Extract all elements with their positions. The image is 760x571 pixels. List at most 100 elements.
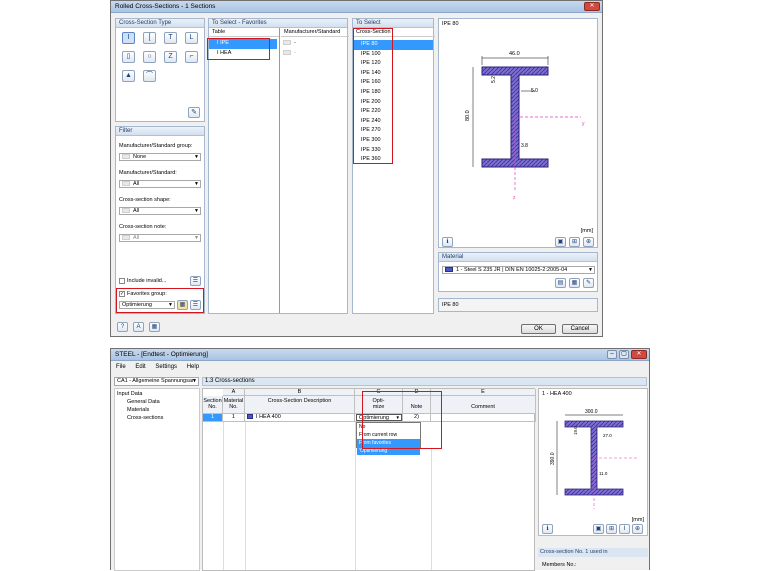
app-dimension-icon[interactable]: ⊞ — [606, 524, 617, 534]
maximize-icon[interactable]: ▢ — [619, 350, 629, 359]
section-row[interactable]: IPE 180 — [353, 88, 433, 98]
units-icon[interactable]: A — [133, 322, 144, 332]
section-row[interactable]: IPE 270 — [353, 126, 433, 136]
section-row[interactable]: IPE 80 — [353, 40, 433, 50]
load-case-select[interactable]: CA1 - Allgemeine Spannungsan ▼ — [114, 377, 199, 386]
filter-label-shape: Cross-section shape: — [119, 197, 171, 203]
row-description[interactable]: I HEA 400 — [245, 414, 355, 422]
col-letter-d: D — [403, 389, 431, 396]
rectangle-section-icon[interactable]: ▯ — [122, 51, 135, 63]
section-row[interactable]: IPE 240 — [353, 117, 433, 127]
help-icon[interactable]: ? — [117, 322, 128, 332]
filter-shape-select[interactable]: All ▼ — [119, 207, 201, 215]
section-list: IPE 80 IPE 100 IPE 120 IPE 140 IPE 160 IPE 18… — [353, 40, 433, 180]
fav-col-divider — [279, 28, 280, 313]
section-row[interactable]: IPE 200 — [353, 98, 433, 108]
fav-row-hea[interactable]: I HEA — [209, 49, 277, 59]
favorites-group-checkbox[interactable]: ✓ — [119, 291, 125, 297]
grid-line-d — [431, 448, 432, 570]
favorites-edit-icon[interactable]: ☰ — [190, 300, 201, 310]
edit-icon[interactable]: ✎ — [188, 107, 200, 118]
export-icon[interactable]: ▦ — [149, 322, 160, 332]
optimize-select-box[interactable]: Optimierung ▼ — [356, 414, 402, 421]
tree-cross-sections[interactable]: Cross-sections — [127, 415, 163, 421]
ok-button[interactable]: OK — [521, 324, 556, 334]
close-icon[interactable]: ✕ — [631, 350, 647, 359]
cross-section-column: Cross-Section — [353, 28, 435, 37]
section-row[interactable]: IPE 140 — [353, 69, 433, 79]
material-open-icon[interactable]: ▦ — [569, 278, 580, 288]
t-section-icon[interactable]: T — [164, 32, 177, 44]
dropdown-option-favorites[interactable]: From favorites 'Optimierung' — [357, 439, 420, 455]
tree-materials[interactable]: Materials — [127, 407, 149, 413]
row-comment[interactable] — [431, 414, 536, 422]
cross-section-type-heading: Cross-Section Type — [116, 19, 204, 28]
cross-section-type-panel: Cross-Section Type I [ T L ▯ ○ Z ⌐ ▲ ⌒ ✎ — [115, 18, 205, 122]
row-material-no[interactable]: 1 — [223, 414, 245, 422]
angle-section-icon[interactable]: L — [185, 32, 198, 44]
hea-section-drawing: 300.0 390.0 19.0 27.0 11.0 — [550, 409, 637, 509]
fav-row-ipe-std-value: - — [294, 40, 296, 46]
row-section-no[interactable]: 1 — [203, 414, 223, 422]
app-section-icon[interactable]: I — [619, 524, 630, 534]
cancel-button[interactable]: Cancel — [562, 324, 598, 334]
cross-sections-table: A B C D E Section No. Material No. Cross… — [202, 388, 536, 571]
dropdown-option-current-row[interactable]: From current row — [357, 431, 420, 439]
app-preview-panel: 1 - HEA 400 300.0 390.0 19.0 27.0 11.0 [… — [538, 388, 648, 536]
material-heading: Material — [439, 253, 597, 262]
minimize-icon[interactable]: – — [607, 350, 617, 359]
navigator-tree: Input Data General Data Materials Cross-… — [114, 388, 200, 571]
load-case-value: CA1 - Allgemeine Spannungsan — [117, 378, 195, 384]
section-row[interactable]: IPE 360 — [353, 155, 433, 165]
arc-section-icon[interactable]: ⌒ — [143, 70, 156, 82]
app-view-icon[interactable]: ▣ — [593, 524, 604, 534]
filter-note-select[interactable]: All ▼ — [119, 234, 201, 242]
menu-settings[interactable]: Settings — [155, 364, 177, 370]
material-select[interactable]: 1 - Steel S 235 JR | DIN EN 10025-2:2005… — [442, 266, 595, 274]
i-section-icon[interactable]: I — [122, 32, 135, 44]
l-section-icon[interactable]: ⌐ — [185, 51, 198, 63]
header-optimize: Opti-mize — [355, 396, 403, 414]
include-invalid-checkbox[interactable] — [119, 278, 125, 284]
ipe-section-drawing: 46.0 80.0 5.2 5.0 3.8 y z — [465, 51, 585, 201]
material-edit-icon[interactable]: ✎ — [583, 278, 594, 288]
z-section-icon[interactable]: Z — [164, 51, 177, 63]
material-library-icon[interactable]: ▤ — [555, 278, 566, 288]
favorites-folder-icon[interactable]: ▦ — [177, 300, 188, 310]
zoom-icon[interactable]: ⊕ — [583, 237, 594, 247]
row-note[interactable]: 2) — [403, 414, 431, 422]
filter-group-select[interactable]: None ▼ — [119, 153, 201, 161]
section-row[interactable]: IPE 160 — [353, 78, 433, 88]
menu-file[interactable]: File — [116, 364, 126, 370]
view-section-icon[interactable]: ▣ — [555, 237, 566, 247]
app-zoom-icon[interactable]: ⊕ — [632, 524, 643, 534]
circle-section-icon[interactable]: ○ — [143, 51, 156, 63]
table-title: 1.3 Cross-sections — [205, 378, 255, 384]
row-optimize-select[interactable]: Optimierung ▼ — [355, 414, 403, 422]
header-note: Note — [403, 396, 431, 414]
dimension-icon[interactable]: ⊞ — [569, 237, 580, 247]
fav-row-ipe[interactable]: I IPE — [209, 39, 277, 49]
favorites-group-value: Optimierung — [122, 302, 152, 308]
dim-web: 3.8 — [521, 143, 528, 149]
channel-section-icon[interactable]: [ — [143, 32, 156, 44]
hat-section-icon[interactable]: ▲ — [122, 70, 135, 82]
favorites-group-select[interactable]: Optimierung ▼ — [119, 301, 175, 309]
app-info-icon[interactable]: ℹ — [542, 524, 553, 534]
dropdown-option-no[interactable]: No — [357, 423, 420, 431]
menu-edit[interactable]: Edit — [135, 364, 145, 370]
invalid-settings-icon[interactable]: ☰ — [190, 276, 201, 286]
section-row[interactable]: IPE 300 — [353, 136, 433, 146]
close-icon[interactable]: ✕ — [584, 2, 600, 11]
tree-general-data[interactable]: General Data — [127, 399, 160, 405]
menu-help[interactable]: Help — [187, 364, 199, 370]
section-row[interactable]: IPE 100 — [353, 50, 433, 60]
dialog-titlebar: Rolled Cross-Sections - 1 Sections ✕ — [111, 1, 602, 13]
section-row[interactable]: IPE 120 — [353, 59, 433, 69]
tree-root[interactable]: Input Data — [117, 391, 142, 397]
info-icon[interactable]: ℹ — [442, 237, 453, 247]
filter-standard-select[interactable]: All ▼ — [119, 180, 201, 188]
table-title-bar: 1.3 Cross-sections — [202, 377, 647, 386]
section-row[interactable]: IPE 330 — [353, 146, 433, 156]
section-row[interactable]: IPE 220 — [353, 107, 433, 117]
